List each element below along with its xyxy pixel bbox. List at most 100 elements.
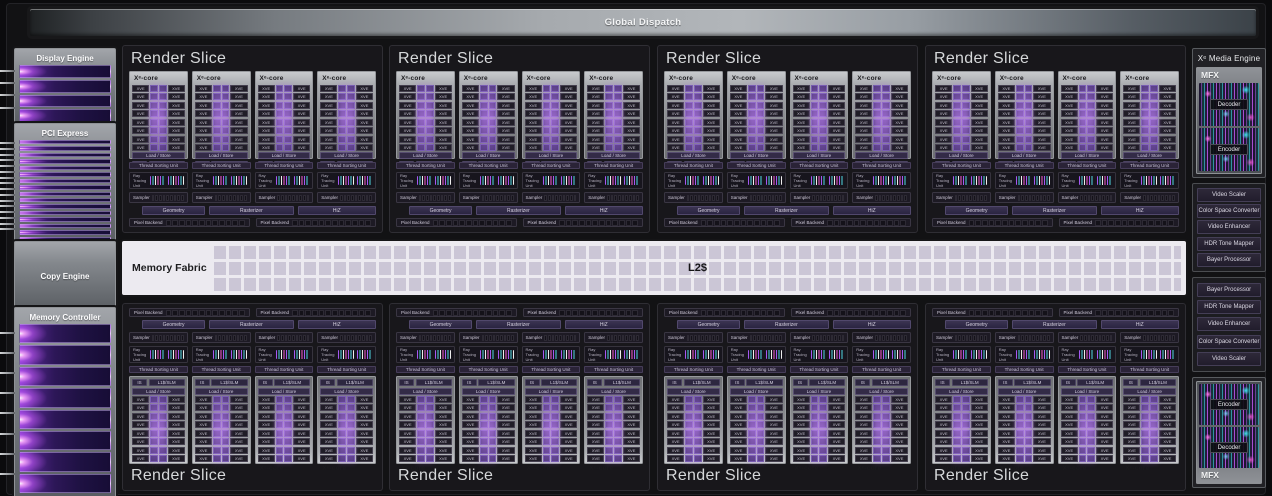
xve-row: XVEXVE bbox=[1123, 404, 1176, 411]
xve-row: XVEXVE bbox=[525, 127, 578, 134]
xve-cell: XVE bbox=[560, 430, 577, 437]
xve-row: XVEXVE bbox=[935, 136, 988, 143]
xmx-cell bbox=[551, 455, 559, 462]
xmx-cell bbox=[757, 119, 765, 126]
grid-cell bbox=[552, 335, 555, 341]
glyph-cluster bbox=[605, 176, 620, 185]
geometry-rasterizer-hiz-row: GeometryRasterizerHiZ bbox=[396, 206, 643, 215]
xve-cell: XVE bbox=[623, 110, 640, 117]
grid-cell bbox=[1172, 195, 1175, 201]
xve-cell: XVE bbox=[132, 430, 149, 437]
xve-cell: XVE bbox=[258, 110, 275, 117]
grid-cell bbox=[1025, 195, 1028, 201]
l2-cache-label: L2$ bbox=[688, 262, 707, 274]
xmx-cell bbox=[284, 396, 292, 403]
grid-cell bbox=[1002, 220, 1008, 226]
xve-cell: XVE bbox=[230, 430, 247, 437]
xve-cell: XVE bbox=[168, 102, 185, 109]
ray-tracing-unit: Ray Tracing Unit bbox=[459, 172, 518, 189]
xve-row: XVEXVE bbox=[195, 447, 248, 454]
xve-cell: XVE bbox=[132, 119, 149, 126]
xve-cell: XVE bbox=[793, 404, 810, 411]
xmx-cell bbox=[1025, 421, 1033, 428]
xve-group: XVEXVEXVEXVE bbox=[935, 413, 988, 428]
xve-row: XVEXVE bbox=[998, 102, 1051, 109]
io-stub-tick bbox=[0, 171, 15, 173]
thread-sorting-row: Thread Sorting UnitThread Sorting UnitTh… bbox=[129, 162, 376, 169]
xve-row: XVEXVE bbox=[935, 127, 988, 134]
grid-cell bbox=[563, 335, 566, 341]
xve-cell: XVE bbox=[703, 447, 720, 454]
xve-cell: XVE bbox=[1096, 110, 1113, 117]
xve-row: XVEXVE bbox=[1123, 102, 1176, 109]
xmx-cell bbox=[150, 110, 158, 117]
grid-cell bbox=[466, 220, 472, 226]
xve-row: XVEXVE bbox=[399, 127, 452, 134]
sampler: Sampler bbox=[995, 192, 1054, 203]
xve-cell: XVE bbox=[1033, 85, 1050, 92]
xve-row: XVEXVE bbox=[1061, 455, 1114, 462]
hiz-bar: HiZ bbox=[1101, 206, 1179, 215]
xe-core-label: Xᵉ-core bbox=[462, 74, 515, 83]
grid-cell bbox=[355, 195, 358, 201]
cache-row: ISL1$/SLM bbox=[667, 379, 720, 386]
xve-cell: XVE bbox=[293, 447, 310, 454]
grid-cell bbox=[177, 195, 180, 201]
thread-sorting-unit: Thread Sorting Unit bbox=[664, 366, 723, 373]
grid-cell bbox=[345, 310, 351, 316]
grid-cell bbox=[882, 335, 885, 341]
xve-row: XVEXVE bbox=[587, 413, 640, 420]
xmx-cell bbox=[748, 413, 756, 420]
xmx-cell bbox=[873, 110, 881, 117]
load-store-bar: Load / Store bbox=[730, 388, 783, 395]
grid-cell bbox=[734, 220, 740, 226]
xve-cell: XVE bbox=[258, 85, 275, 92]
xve-cell: XVE bbox=[435, 438, 452, 445]
grid-cell bbox=[816, 335, 819, 341]
xmx-cell bbox=[962, 93, 970, 100]
xve-group: XVEXVEXVEXVE bbox=[935, 396, 988, 411]
grid-cell bbox=[727, 310, 733, 316]
xmx-cell bbox=[953, 127, 961, 134]
sampler-label: Sampler bbox=[856, 335, 873, 340]
xve-cell: XVE bbox=[258, 455, 275, 462]
xmx-cell bbox=[1087, 438, 1095, 445]
xve-row: XVEXVE bbox=[667, 396, 720, 403]
xmx-cell bbox=[543, 396, 551, 403]
glyph-cluster bbox=[703, 176, 718, 185]
geometry-bar: Geometry bbox=[142, 320, 205, 329]
xve-row: XVEXVE bbox=[320, 110, 373, 117]
sampler: Sampler bbox=[852, 192, 911, 203]
ray-tracing-glyphs bbox=[873, 350, 907, 359]
ray-tracing-glyphs bbox=[276, 176, 310, 185]
xve-cell: XVE bbox=[1096, 127, 1113, 134]
xmx-cell bbox=[882, 438, 890, 445]
xmx-cell bbox=[953, 85, 961, 92]
grid-cell bbox=[1029, 220, 1035, 226]
glyph-cluster bbox=[829, 350, 844, 359]
glyph-cluster bbox=[561, 176, 576, 185]
ray-tracing-row: Ray Tracing UnitRay Tracing UnitRay Trac… bbox=[932, 346, 1179, 363]
grid-cell bbox=[1042, 220, 1048, 226]
grid-cell bbox=[874, 310, 880, 316]
thread-sorting-unit: Thread Sorting Unit bbox=[129, 162, 188, 169]
xve-group: XVEXVEXVEXVE bbox=[462, 136, 515, 151]
grid-cell bbox=[192, 310, 198, 316]
xve-cell: XVE bbox=[828, 119, 845, 126]
xmx-cell bbox=[150, 102, 158, 109]
grid-cell bbox=[426, 195, 429, 201]
load-store-bar: Load / Store bbox=[258, 152, 311, 159]
xe-core: ISL1$/SLMLoad / StoreXVEXVEXVEXVEXVEXVEX… bbox=[192, 376, 251, 464]
grid-cell bbox=[482, 335, 485, 341]
xve-cell: XVE bbox=[293, 438, 310, 445]
xmx-cell bbox=[757, 404, 765, 411]
xve-cell: XVE bbox=[828, 455, 845, 462]
xve-cell: XVE bbox=[399, 438, 416, 445]
instruction-cache: IS bbox=[320, 379, 335, 386]
xmx-cell bbox=[284, 127, 292, 134]
xmx-cell bbox=[489, 93, 497, 100]
xmx-cell bbox=[882, 421, 890, 428]
xve-group: XVEXVEXVEXVE bbox=[195, 413, 248, 428]
render-slice-title: Render Slice bbox=[129, 467, 376, 485]
cell-grid bbox=[559, 310, 638, 316]
